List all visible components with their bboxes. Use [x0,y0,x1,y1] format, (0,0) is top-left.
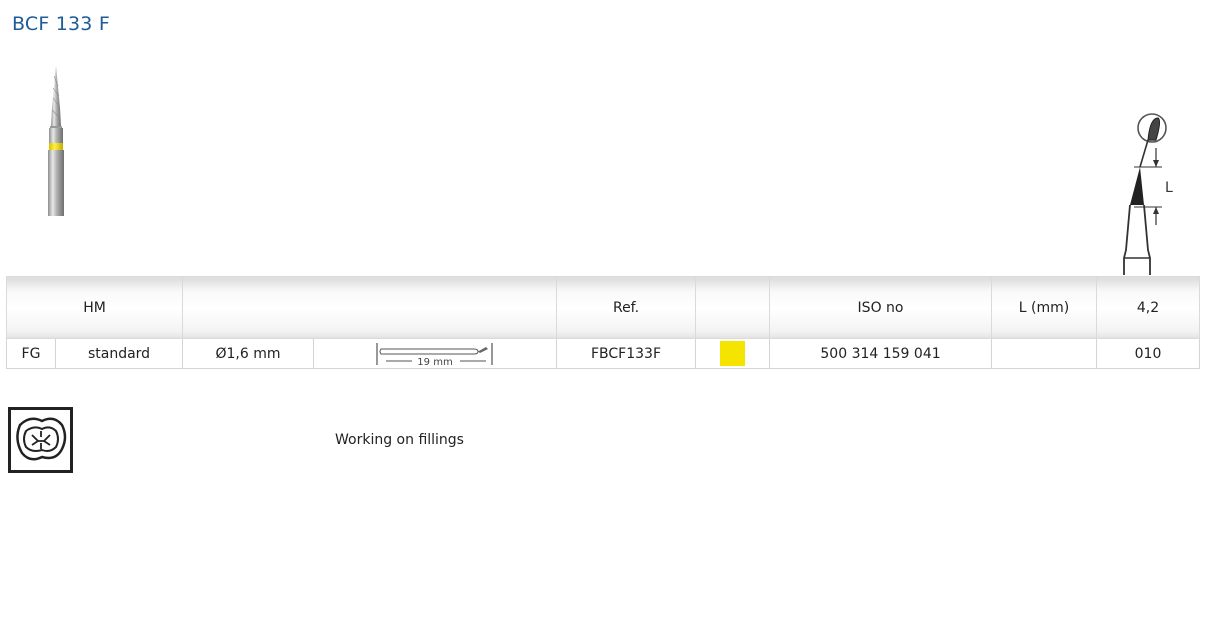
total-length-label: 19 mm [417,357,452,367]
header-length: L (mm) [991,276,1098,339]
cell-color [695,338,771,369]
cell-shank: FG [6,338,56,369]
cell-length-value [991,338,1098,369]
tooth-filling-icon [8,407,73,473]
header-blank [182,276,558,339]
cell-variant: standard [54,338,184,369]
diagram-length-label: L [1165,180,1173,196]
total-length-drawing: 19 mm [376,342,493,367]
header-iso: ISO no [769,276,993,339]
table-row: FG standard Ø1,6 mm 19 mm FBCF133F 500 3… [6,338,1201,369]
header-material: HM [5,276,184,339]
header-ref: Ref. [556,276,697,339]
cell-size-code: 010 [1096,338,1201,369]
cell-ref: FBCF133F [556,338,697,369]
application-description: Working on fillings [335,432,464,448]
header-size: 4,2 [1096,276,1201,339]
specification-table: HM Ref. ISO no L (mm) 4,2 FG standard Ø1… [5,276,1201,369]
bur-image [48,66,64,216]
product-title: BCF 133 F [12,13,110,35]
bur-diagram: L [1123,113,1173,275]
cell-diameter: Ø1,6 mm [182,338,315,369]
yellow-color-swatch [720,341,746,366]
cell-length-drawing: 19 mm [313,338,558,369]
table-header-row: HM Ref. ISO no L (mm) 4,2 [5,276,1201,339]
header-color [695,276,771,339]
cell-iso: 500 314 159 041 [769,338,993,369]
